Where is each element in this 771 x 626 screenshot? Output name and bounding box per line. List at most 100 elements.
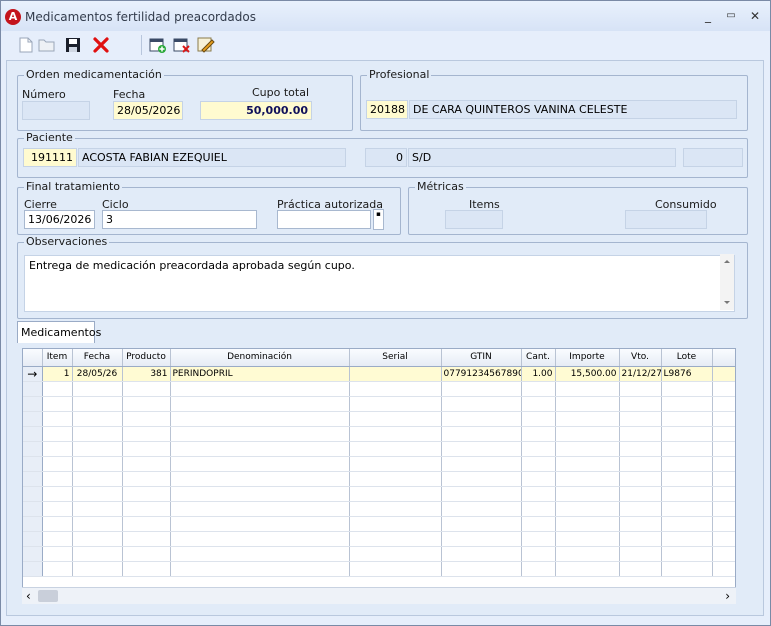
empty-cell[interactable] (170, 516, 350, 532)
table-row-empty[interactable] (23, 546, 735, 562)
empty-cell[interactable] (349, 546, 442, 562)
empty-cell[interactable] (555, 486, 620, 502)
empty-cell[interactable] (441, 561, 522, 577)
empty-cell[interactable] (122, 411, 171, 427)
column-header-cant[interactable]: Cant. (521, 349, 556, 367)
empty-cell[interactable] (619, 501, 662, 517)
empty-cell[interactable] (619, 456, 662, 472)
empty-cell[interactable] (661, 531, 713, 547)
empty-cell[interactable] (122, 471, 171, 487)
empty-cell[interactable] (441, 411, 522, 427)
calendar-delete-icon[interactable] (172, 35, 192, 55)
profesional-code-field[interactable]: 20188 (366, 100, 408, 119)
empty-cell[interactable] (170, 456, 350, 472)
empty-cell[interactable] (72, 441, 123, 457)
cell-denominacion[interactable]: PERINDOPRIL (170, 366, 350, 382)
column-header-producto[interactable]: Producto (122, 349, 171, 367)
table-row-empty[interactable] (23, 441, 735, 457)
empty-cell[interactable] (42, 426, 73, 442)
table-row-empty[interactable] (23, 426, 735, 442)
table-row-empty[interactable] (23, 561, 735, 577)
empty-cell[interactable] (619, 381, 662, 397)
empty-cell[interactable] (712, 546, 735, 562)
empty-cell[interactable] (441, 381, 522, 397)
grid-horizontal-scrollbar[interactable]: ‹ › (22, 587, 736, 604)
empty-cell[interactable] (42, 396, 73, 412)
empty-cell[interactable] (42, 411, 73, 427)
empty-cell[interactable] (122, 441, 171, 457)
table-row-empty[interactable] (23, 396, 735, 412)
empty-cell[interactable] (42, 531, 73, 547)
delete-icon[interactable] (91, 35, 111, 55)
empty-cell[interactable] (349, 441, 442, 457)
empty-cell[interactable] (619, 411, 662, 427)
empty-cell[interactable] (619, 396, 662, 412)
empty-cell[interactable] (521, 396, 556, 412)
observaciones-textarea[interactable]: Entrega de medicación preacordada aproba… (24, 255, 735, 312)
empty-cell[interactable] (72, 501, 123, 517)
empty-cell[interactable] (42, 501, 73, 517)
empty-cell[interactable] (349, 501, 442, 517)
empty-cell[interactable] (712, 381, 735, 397)
column-header-lote[interactable]: Lote (661, 349, 713, 367)
cell-item[interactable]: 1 (42, 366, 73, 382)
empty-cell[interactable] (712, 411, 735, 427)
empty-cell[interactable] (661, 501, 713, 517)
column-header-serial[interactable]: Serial (349, 349, 442, 367)
column-header-denominacion[interactable]: Denominación (170, 349, 350, 367)
empty-cell[interactable] (521, 426, 556, 442)
empty-cell[interactable] (619, 546, 662, 562)
empty-cell[interactable] (661, 456, 713, 472)
cell-cant[interactable]: 1.00 (521, 366, 556, 382)
empty-cell[interactable] (521, 516, 556, 532)
scroll-right-icon[interactable]: › (725, 589, 730, 603)
empty-cell[interactable] (349, 531, 442, 547)
empty-cell[interactable] (122, 486, 171, 502)
table-row-empty[interactable] (23, 501, 735, 517)
empty-cell[interactable] (349, 516, 442, 532)
edit-icon[interactable] (196, 35, 216, 55)
column-header-vto[interactable]: Vto. (619, 349, 662, 367)
cell-vto[interactable]: 21/12/27 (619, 366, 662, 382)
empty-cell[interactable] (72, 456, 123, 472)
empty-cell[interactable] (555, 441, 620, 457)
empty-cell[interactable] (661, 381, 713, 397)
ciclo-field[interactable]: 3 (102, 210, 257, 229)
empty-cell[interactable] (712, 426, 735, 442)
empty-cell[interactable] (42, 381, 73, 397)
empty-cell[interactable] (72, 486, 123, 502)
empty-cell[interactable] (170, 396, 350, 412)
empty-cell[interactable] (122, 381, 171, 397)
table-row-empty[interactable] (23, 516, 735, 532)
empty-cell[interactable] (712, 486, 735, 502)
empty-cell[interactable] (555, 471, 620, 487)
empty-cell[interactable] (712, 516, 735, 532)
empty-cell[interactable] (555, 501, 620, 517)
empty-cell[interactable] (349, 381, 442, 397)
empty-cell[interactable] (72, 546, 123, 562)
scroll-left-icon[interactable]: ‹ (26, 589, 31, 603)
empty-cell[interactable] (72, 381, 123, 397)
empty-cell[interactable] (712, 396, 735, 412)
maximize-button[interactable]: ▭ (721, 7, 741, 25)
empty-cell[interactable] (122, 546, 171, 562)
empty-cell[interactable] (42, 546, 73, 562)
empty-cell[interactable] (42, 441, 73, 457)
empty-cell[interactable] (441, 486, 522, 502)
empty-cell[interactable] (122, 396, 171, 412)
empty-cell[interactable] (170, 486, 350, 502)
calendar-add-icon[interactable] (148, 35, 168, 55)
cell-serial[interactable] (349, 366, 442, 382)
empty-cell[interactable] (349, 411, 442, 427)
empty-cell[interactable] (619, 426, 662, 442)
empty-cell[interactable] (349, 456, 442, 472)
empty-cell[interactable] (170, 441, 350, 457)
empty-cell[interactable] (72, 396, 123, 412)
empty-cell[interactable] (42, 456, 73, 472)
empty-cell[interactable] (619, 561, 662, 577)
empty-cell[interactable] (521, 546, 556, 562)
empty-cell[interactable] (619, 516, 662, 532)
empty-cell[interactable] (122, 516, 171, 532)
table-row-empty[interactable] (23, 456, 735, 472)
empty-cell[interactable] (349, 426, 442, 442)
